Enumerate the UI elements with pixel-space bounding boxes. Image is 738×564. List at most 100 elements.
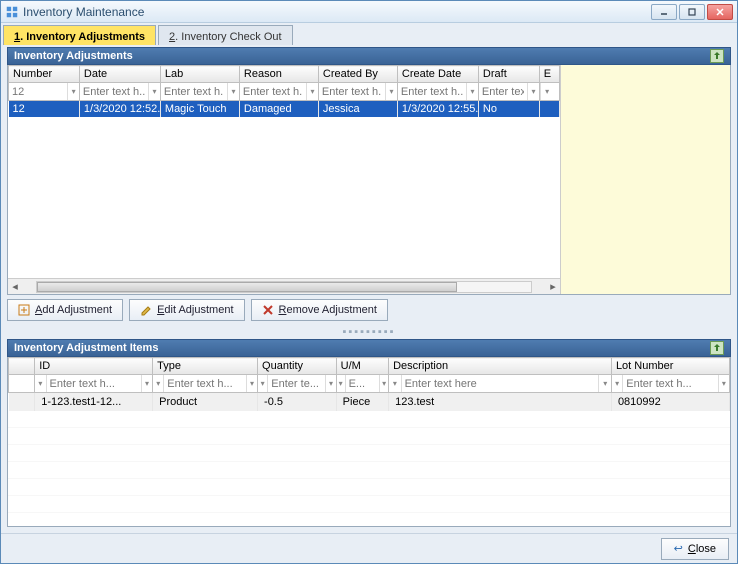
col-extra[interactable]: E bbox=[539, 66, 559, 83]
col-reason[interactable]: Reason bbox=[239, 66, 318, 83]
btn-label: dd Adjustment bbox=[42, 304, 112, 316]
back-arrow-icon: ↩ bbox=[674, 542, 683, 555]
scroll-right-arrow[interactable]: ▸ bbox=[546, 280, 560, 294]
tab-inventory-check-out[interactable]: 2. Inventory Check Out bbox=[158, 25, 293, 45]
cell-um: Piece bbox=[336, 393, 388, 411]
filter-icon[interactable] bbox=[227, 83, 239, 100]
filter-icon[interactable] bbox=[35, 375, 46, 392]
export-icon[interactable] bbox=[710, 341, 724, 355]
filter-icon[interactable] bbox=[540, 83, 554, 100]
adjustments-panel-header: Inventory Adjustments bbox=[7, 47, 731, 65]
filter-icon[interactable] bbox=[466, 83, 478, 100]
export-icon[interactable] bbox=[710, 49, 724, 63]
col-description[interactable]: Description bbox=[389, 358, 612, 375]
col-lot[interactable]: Lot Number bbox=[611, 358, 729, 375]
filter-quantity[interactable] bbox=[268, 377, 325, 391]
filter-create-date[interactable] bbox=[398, 85, 466, 99]
close-window-button[interactable] bbox=[707, 4, 733, 20]
filter-icon[interactable] bbox=[389, 375, 402, 392]
items-grid[interactable]: ID Type Quantity U/M Description Lot Num… bbox=[8, 357, 730, 411]
filter-icon[interactable] bbox=[718, 375, 729, 392]
filter-lab[interactable] bbox=[161, 85, 227, 99]
cell-extra bbox=[539, 101, 559, 118]
filter-icon[interactable] bbox=[141, 375, 152, 392]
filter-icon[interactable] bbox=[246, 375, 257, 392]
filter-icon[interactable] bbox=[148, 83, 160, 100]
col-blank bbox=[9, 358, 35, 375]
adjustments-panel: Inventory Adjustments Number Date Lab Re… bbox=[7, 47, 731, 325]
remove-adjustment-button[interactable]: Remove Adjustment bbox=[251, 299, 388, 321]
cell-id: 1-123.test1-12... bbox=[35, 393, 153, 411]
add-adjustment-button[interactable]: Add Adjustment bbox=[7, 299, 123, 321]
col-um[interactable]: U/M bbox=[336, 358, 388, 375]
items-panel: Inventory Adjustment Items ID Type Quant… bbox=[7, 339, 731, 527]
scroll-left-arrow[interactable]: ◂ bbox=[8, 280, 22, 294]
cell-created-by: Jessica bbox=[318, 101, 397, 118]
col-date[interactable]: Date bbox=[79, 66, 160, 83]
filter-row bbox=[9, 83, 560, 101]
scroll-thumb[interactable] bbox=[37, 282, 457, 292]
col-draft[interactable]: Draft bbox=[478, 66, 539, 83]
filter-row bbox=[9, 375, 730, 393]
col-id[interactable]: ID bbox=[35, 358, 153, 375]
add-icon bbox=[18, 304, 30, 316]
filter-id[interactable] bbox=[47, 377, 141, 391]
minimize-button[interactable] bbox=[651, 4, 677, 20]
filter-icon[interactable] bbox=[258, 375, 268, 392]
filter-icon[interactable] bbox=[527, 83, 538, 100]
items-panel-header: Inventory Adjustment Items bbox=[7, 339, 731, 357]
cell-type: Product bbox=[153, 393, 258, 411]
tab-hotkey: 2 bbox=[169, 31, 175, 43]
maximize-button[interactable] bbox=[679, 4, 705, 20]
filter-icon[interactable] bbox=[306, 83, 318, 100]
app-icon bbox=[5, 5, 19, 19]
col-quantity[interactable]: Quantity bbox=[258, 358, 337, 375]
btn-label: emove Adjustment bbox=[286, 304, 377, 316]
filter-icon[interactable] bbox=[337, 375, 346, 392]
filter-date[interactable] bbox=[80, 85, 148, 99]
cell-quantity: -0.5 bbox=[258, 393, 337, 411]
panel-title: Inventory Adjustments bbox=[14, 50, 133, 62]
tab-hotkey: 1 bbox=[14, 31, 20, 43]
window-title: Inventory Maintenance bbox=[23, 5, 651, 19]
cell-number: 12 bbox=[9, 101, 80, 118]
filter-draft[interactable] bbox=[479, 85, 527, 99]
cell-lot: 0810992 bbox=[611, 393, 729, 411]
filter-icon[interactable] bbox=[325, 375, 335, 392]
grid-header-row: Number Date Lab Reason Created By Create… bbox=[9, 66, 560, 83]
cell-reason: Damaged bbox=[239, 101, 318, 118]
tab-label: Inventory Check Out bbox=[181, 31, 281, 43]
filter-description[interactable] bbox=[402, 377, 599, 391]
item-row[interactable]: 1-123.test1-12... Product -0.5 Piece 123… bbox=[9, 393, 730, 411]
col-create-date[interactable]: Create Date bbox=[397, 66, 478, 83]
filter-lot[interactable] bbox=[623, 377, 717, 391]
col-number[interactable]: Number bbox=[9, 66, 80, 83]
btn-label: lose bbox=[696, 543, 716, 555]
filter-um[interactable] bbox=[346, 377, 380, 391]
splitter[interactable]: ▪▪▪▪▪▪▪▪▪ bbox=[7, 329, 731, 335]
col-lab[interactable]: Lab bbox=[160, 66, 239, 83]
filter-icon[interactable] bbox=[153, 375, 164, 392]
grid-header-row: ID Type Quantity U/M Description Lot Num… bbox=[9, 358, 730, 375]
filter-number[interactable] bbox=[9, 85, 67, 99]
filter-icon[interactable] bbox=[598, 375, 611, 392]
tab-inventory-adjustments[interactable]: 1. Inventory Adjustments bbox=[3, 25, 156, 45]
filter-icon[interactable] bbox=[379, 375, 388, 392]
filter-reason[interactable] bbox=[240, 85, 306, 99]
cell-description: 123.test bbox=[389, 393, 612, 411]
filter-icon[interactable] bbox=[67, 83, 79, 100]
filter-created-by[interactable] bbox=[319, 85, 385, 99]
edit-adjustment-button[interactable]: Edit Adjustment bbox=[129, 299, 244, 321]
filter-type[interactable] bbox=[164, 377, 246, 391]
horizontal-scrollbar[interactable]: ◂ ▸ bbox=[8, 278, 560, 294]
adjustments-grid[interactable]: Number Date Lab Reason Created By Create… bbox=[8, 65, 560, 117]
close-button[interactable]: ↩ Close bbox=[661, 538, 729, 560]
col-created-by[interactable]: Created By bbox=[318, 66, 397, 83]
adjustment-row[interactable]: 12 1/3/2020 12:52... Magic Touch Damaged… bbox=[9, 101, 560, 118]
cell-draft: No bbox=[478, 101, 539, 118]
notes-pane bbox=[560, 65, 730, 294]
filter-icon[interactable] bbox=[385, 83, 397, 100]
col-type[interactable]: Type bbox=[153, 358, 258, 375]
panel-title: Inventory Adjustment Items bbox=[14, 342, 158, 354]
filter-icon[interactable] bbox=[612, 375, 623, 392]
